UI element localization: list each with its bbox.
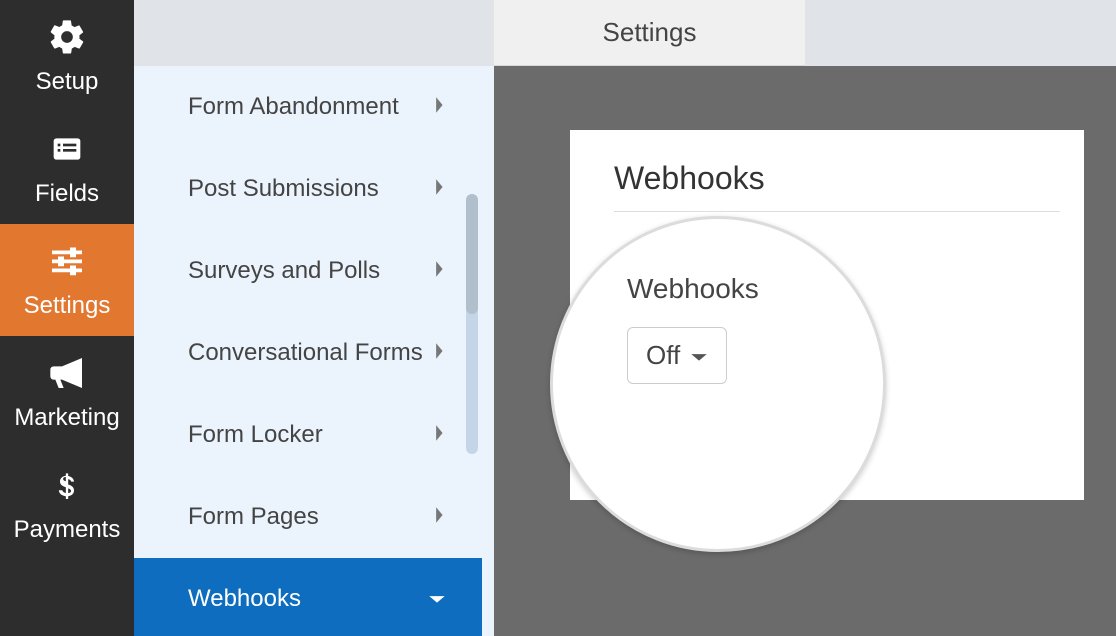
webhooks-toggle-select[interactable]: Off xyxy=(627,327,727,384)
nav-label: Payments xyxy=(14,516,121,544)
list-icon xyxy=(46,128,88,170)
nav-label: Setup xyxy=(36,68,99,96)
settings-item-label: Surveys and Polls xyxy=(188,257,380,285)
scrollbar[interactable] xyxy=(466,194,478,454)
settings-item-webhooks[interactable]: Webhooks xyxy=(134,558,482,636)
chevron-right-icon xyxy=(434,503,446,531)
webhooks-field-label: Webhooks xyxy=(627,273,883,305)
content-area: Settings Webhooks Webhooks Off xyxy=(494,0,1116,636)
chevron-down-icon xyxy=(428,585,446,613)
chevron-down-icon xyxy=(690,340,708,371)
nav-label: Fields xyxy=(35,180,99,208)
magnifier-overlay: Webhooks Off xyxy=(550,216,886,552)
topbar-tab-settings[interactable]: Settings xyxy=(494,0,805,66)
chevron-right-icon xyxy=(434,93,446,121)
topbar: Settings xyxy=(494,0,1116,66)
settings-item-label: Form Locker xyxy=(188,421,323,449)
nav-label: Marketing xyxy=(14,404,119,432)
nav-label: Settings xyxy=(24,292,111,320)
panel-title: Webhooks xyxy=(570,130,1084,211)
sliders-icon xyxy=(46,240,88,282)
settings-item-label: Conversational Forms xyxy=(188,339,423,367)
nav-item-marketing[interactable]: Marketing xyxy=(0,336,134,448)
settings-item-label: Post Submissions xyxy=(188,175,379,203)
chevron-right-icon xyxy=(434,421,446,449)
select-value: Off xyxy=(646,340,680,371)
megaphone-icon xyxy=(46,352,88,394)
nav-item-setup[interactable]: Setup xyxy=(0,0,134,112)
chevron-right-icon xyxy=(434,339,446,367)
nav-item-payments[interactable]: Payments xyxy=(0,448,134,560)
nav-item-settings[interactable]: Settings xyxy=(0,224,134,336)
chevron-right-icon xyxy=(434,175,446,203)
nav-item-fields[interactable]: Fields xyxy=(0,112,134,224)
settings-item-surveys-and-polls[interactable]: Surveys and Polls xyxy=(134,230,482,312)
settings-item-form-abandonment[interactable]: Form Abandonment xyxy=(134,66,482,148)
settings-item-post-submissions[interactable]: Post Submissions xyxy=(134,148,482,230)
primary-nav: Setup Fields Settings Marketing Payments xyxy=(0,0,134,636)
settings-item-form-locker[interactable]: Form Locker xyxy=(134,394,482,476)
topbar-tab-blank[interactable] xyxy=(805,0,1116,66)
settings-item-label: Form Abandonment xyxy=(188,93,399,121)
topbar-spacer xyxy=(134,0,494,66)
dollar-icon xyxy=(46,464,88,506)
settings-item-label: Form Pages xyxy=(188,503,319,531)
settings-item-form-pages[interactable]: Form Pages xyxy=(134,476,482,558)
gear-icon xyxy=(46,16,88,58)
tab-label: Settings xyxy=(603,17,697,48)
settings-item-label: Webhooks xyxy=(188,585,301,613)
settings-item-conversational-forms[interactable]: Conversational Forms xyxy=(134,312,482,394)
chevron-right-icon xyxy=(434,257,446,285)
divider xyxy=(614,211,1060,212)
scrollbar-thumb[interactable] xyxy=(466,194,478,314)
settings-submenu: Form Abandonment Post Submissions Survey… xyxy=(134,0,494,636)
